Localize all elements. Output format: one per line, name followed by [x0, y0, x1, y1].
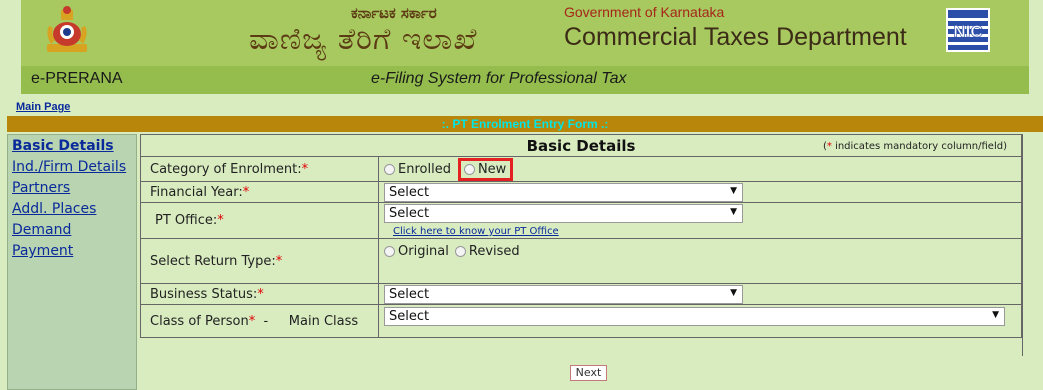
department-title: Commercial Taxes Department	[564, 23, 907, 51]
main-class-label: - Main Class	[263, 313, 359, 329]
pt-office-value: Select	[389, 206, 430, 221]
required-star: *	[275, 253, 283, 269]
return-type-control-cell: Original Revised	[378, 238, 1022, 284]
dropdown-arrow-icon: ▼	[730, 287, 737, 298]
sidebar-item-addl-places[interactable]: Addl. Places	[12, 201, 96, 217]
nic-logo-text: NIC	[953, 22, 982, 41]
sidebar-item-basic-details[interactable]: Basic Details	[12, 138, 114, 154]
original-radio[interactable]	[384, 246, 395, 257]
header-subbar: e-PRERANA e-Filing System for Profession…	[21, 66, 1029, 94]
class-of-person-label: Class of Person	[150, 313, 249, 329]
form-title: :. PT Enrolment Entry Form .:	[441, 117, 609, 131]
enrolled-radio[interactable]	[384, 163, 395, 175]
required-star: *	[217, 213, 224, 228]
dropdown-arrow-icon: ▼	[992, 310, 999, 320]
financial-year-select[interactable]: Select ▼	[384, 182, 743, 202]
dropdown-arrow-icon: ▼	[730, 185, 737, 196]
nic-logo-icon: NIC	[948, 10, 988, 50]
business-status-label-cell: Business Status:*	[140, 283, 379, 305]
return-type-label: Select Return Type:	[150, 253, 276, 269]
financial-year-value: Select	[389, 184, 430, 200]
revised-radio-label[interactable]: Revised	[469, 244, 520, 259]
kannada-title: ವಾಣಿಜ್ಯ ತೆರಿಗೆ ಇಲಾಖೆ	[249, 22, 478, 57]
new-radio-highlight: New	[457, 157, 514, 181]
form-title-bar: :. PT Enrolment Entry Form .:	[7, 116, 1043, 132]
new-radio[interactable]	[463, 163, 475, 175]
sidebar-item-demand[interactable]: Demand	[12, 222, 71, 238]
app-name: e-PRERANA	[31, 70, 123, 87]
financial-year-control-cell: Select ▼	[378, 181, 1022, 203]
sidebar-item-partners[interactable]: Partners	[12, 180, 70, 196]
pt-office-label: PT Office:	[155, 213, 218, 228]
basic-details-table: Basic Details (* indicates mandatory col…	[140, 134, 1022, 338]
main-class-select[interactable]: Select ▼	[384, 307, 1005, 326]
site-header: ಕರ್ನಾಟಕ ಸರ್ಕಾರ ವಾಣಿಜ್ಯ ತೆರಿಗೆ ಇಲಾಖೆ Gove…	[21, 0, 1029, 94]
class-of-person-control-cell: Select ▼	[378, 304, 1022, 338]
know-pt-office-link[interactable]: Click here to know your PT Office	[393, 226, 1021, 237]
sidebar-item-ind-firm-details[interactable]: Ind./Firm Details	[12, 159, 126, 175]
government-title: Government of Karnataka	[564, 4, 725, 20]
business-status-select[interactable]: Select ▼	[384, 284, 743, 304]
revised-radio[interactable]	[454, 246, 466, 257]
pt-office-select[interactable]: Select ▼	[384, 204, 743, 223]
kannada-subtitle: ಕರ್ನಾಟಕ ಸರ್ಕಾರ	[351, 4, 437, 22]
enrolled-radio-label[interactable]: Enrolled	[398, 162, 451, 177]
mandatory-note: (* indicates mandatory column/field)	[823, 141, 1007, 152]
business-status-value: Select	[389, 286, 430, 302]
new-radio-label[interactable]: New	[478, 162, 506, 177]
return-type-label-cell: Select Return Type:*	[140, 238, 379, 284]
required-star: *	[301, 161, 309, 177]
karnataka-emblem-icon	[47, 6, 87, 52]
original-radio-label[interactable]: Original	[398, 244, 449, 259]
financial-year-label: Financial Year:	[150, 184, 243, 200]
app-description: e-Filing System for Professional Tax	[371, 70, 627, 87]
section-header: Basic Details (* indicates mandatory col…	[140, 134, 1022, 157]
main-page-link[interactable]: Main Page	[16, 101, 70, 113]
required-star: *	[242, 184, 250, 200]
main-class-value: Select	[389, 309, 430, 324]
mandatory-note-text: indicates mandatory column/field)	[831, 141, 1007, 152]
business-status-control-cell: Select ▼	[378, 283, 1022, 305]
class-of-person-label-cell: Class of Person* - Main Class	[140, 304, 379, 338]
category-label: Category of Enrolment:	[150, 161, 302, 177]
business-status-label: Business Status:	[150, 286, 258, 302]
right-divider	[1022, 134, 1023, 356]
form-area: Basic Details (* indicates mandatory col…	[138, 134, 1043, 390]
nic-logo: NIC	[946, 8, 990, 52]
category-label-cell: Category of Enrolment:*	[140, 156, 379, 182]
required-star: *	[257, 286, 264, 302]
financial-year-label-cell: Financial Year:*	[140, 181, 379, 203]
next-button[interactable]: Next	[570, 365, 607, 381]
pt-office-label-cell: PT Office:*	[140, 202, 379, 239]
sidebar-item-payment[interactable]: Payment	[12, 243, 73, 259]
required-star: *	[248, 313, 256, 329]
header-banner: ಕರ್ನಾಟಕ ಸರ್ಕಾರ ವಾಣಿಜ್ಯ ತೆರಿಗೆ ಇಲಾಖೆ Gove…	[21, 0, 1029, 66]
dropdown-arrow-icon: ▼	[730, 207, 737, 217]
pt-office-control-cell: Select ▼ Click here to know your PT Offic…	[378, 202, 1022, 239]
sidebar: Basic Details Ind./Firm Details Partners…	[7, 134, 137, 390]
category-control-cell: Enrolled New	[378, 156, 1022, 182]
